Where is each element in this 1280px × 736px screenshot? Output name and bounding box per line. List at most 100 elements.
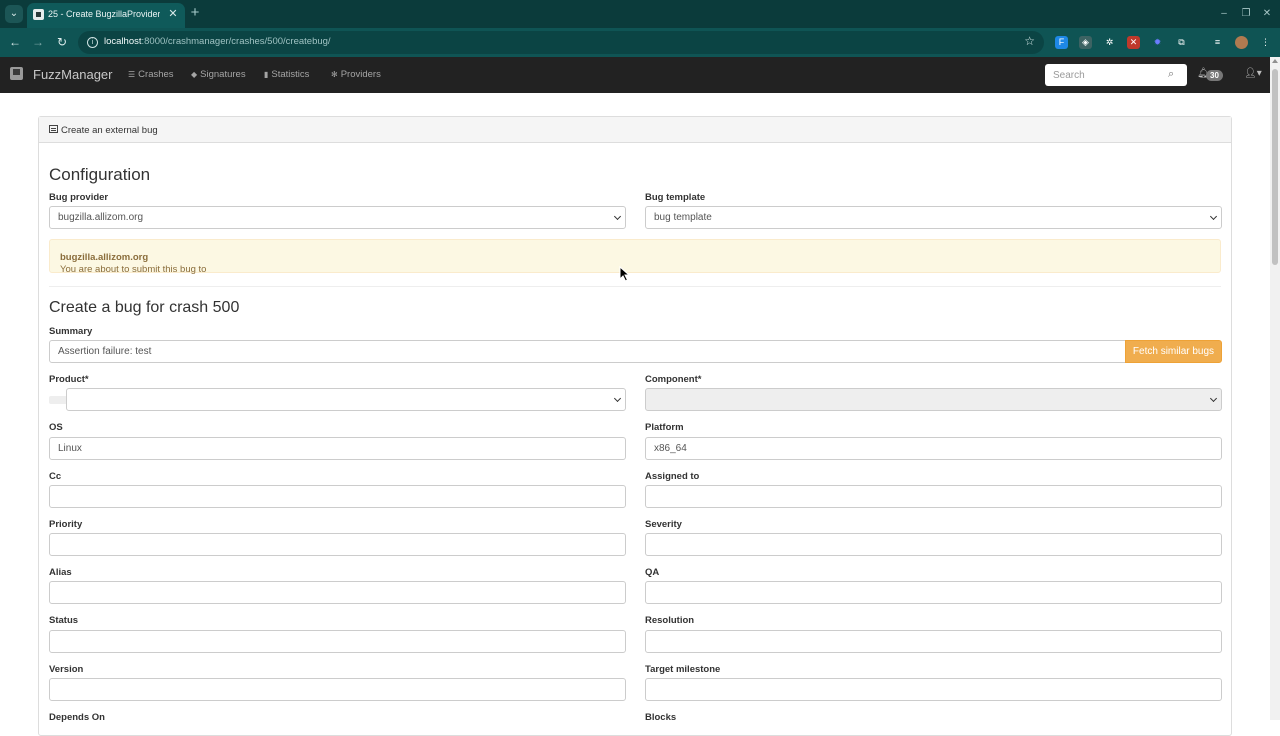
severity-input[interactable] (645, 533, 1222, 556)
tab-title: 25 - Create BugzillaProvider B (48, 9, 160, 19)
search-box: ⌕ (1045, 64, 1187, 86)
create-bug-heading: Create a bug for crash 500 (49, 299, 240, 316)
scrollbar-thumb[interactable] (1272, 69, 1278, 265)
alias-label: Alias (49, 567, 72, 578)
app-navbar: FuzzManager ☰ Crashes ◆ Signatures ▮ Statis… (0, 57, 1270, 93)
fetch-similar-bugs-button[interactable]: Fetch similar bugs (1125, 340, 1222, 363)
restore-icon[interactable]: ❐ (1238, 6, 1254, 22)
user-menu-icon[interactable]: 👤︎▾ (1244, 68, 1262, 79)
extensions-puzzle-icon[interactable]: ⧉ (1175, 36, 1188, 49)
qa-input[interactable] (645, 581, 1222, 604)
os-input[interactable]: Linux (49, 437, 626, 460)
extension-translate-icon[interactable]: F (1055, 36, 1068, 49)
reload-icon[interactable]: ↻ (54, 34, 70, 50)
chevron-down-icon (614, 213, 622, 221)
resolution-input[interactable] (645, 630, 1222, 653)
target-milestone-label: Target milestone (645, 664, 721, 675)
profile-avatar-icon[interactable] (1235, 36, 1248, 49)
nav-crashes-label: Crashes (138, 69, 174, 80)
version-input[interactable] (49, 678, 626, 701)
extension-block-icon[interactable]: ✕ (1127, 36, 1140, 49)
browser-tabstrip: ⌄ 25 - Create BugzillaProvider B ✕ + – ❐… (0, 0, 1280, 28)
os-label: OS (49, 422, 63, 433)
reading-list-icon[interactable]: ≡ (1211, 36, 1224, 49)
notification-count-badge[interactable]: 30 (1206, 70, 1223, 81)
product-addon (49, 396, 67, 404)
assigned-to-input[interactable] (645, 485, 1222, 508)
target-milestone-input[interactable] (645, 678, 1222, 701)
assigned-to-label: Assigned to (645, 471, 700, 482)
bug-template-value: bug template (654, 212, 712, 223)
nav-crashes[interactable]: ☰ Crashes (128, 69, 174, 80)
cc-label: Cc (49, 471, 62, 482)
priority-input[interactable] (49, 533, 626, 556)
url-host: localhost (104, 36, 142, 47)
component-select[interactable] (645, 388, 1222, 411)
create-bug-panel: Create an external bug Configuration Bug… (38, 116, 1232, 736)
platform-value: x86_64 (654, 443, 687, 454)
new-tab-plus-icon[interactable]: + (187, 5, 203, 21)
platform-input[interactable]: x86_64 (645, 437, 1222, 460)
nav-providers[interactable]: ✻ Providers (331, 69, 381, 80)
window-close-icon[interactable]: ✕ (1259, 6, 1275, 22)
depends-on-label: Depends On (49, 712, 105, 723)
extension-puzzle-color-icon[interactable]: ✹ (1151, 36, 1164, 49)
bug-template-select[interactable]: bug template (645, 206, 1222, 229)
gear-icon: ✻ (331, 70, 338, 79)
url-path: :8000/crashmanager/crashes/500/createbug… (141, 36, 331, 47)
bug-template-label: Bug template (645, 192, 706, 203)
bookmark-star-icon[interactable]: ☆ (1024, 34, 1035, 48)
brand-link[interactable]: FuzzManager (33, 67, 112, 82)
address-bar[interactable]: i localhost:8000/crashmanager/crashes/50… (78, 31, 1044, 54)
back-arrow-icon[interactable]: ← (7, 34, 23, 50)
alias-input[interactable] (49, 581, 626, 604)
search-input[interactable] (1045, 64, 1165, 86)
alert-text: You are about to submit this bug to bugz… (60, 252, 206, 275)
site-info-icon[interactable]: i (87, 37, 98, 48)
platform-label: Platform (645, 422, 684, 433)
summary-input[interactable]: Assertion failure: test (49, 340, 1126, 363)
extension-shield-icon[interactable]: ◈ (1079, 36, 1092, 49)
nav-statistics[interactable]: ▮ Statistics (264, 69, 309, 80)
browser-menu-icon[interactable]: ⋮ (1259, 36, 1272, 49)
submit-warning-alert: You are about to submit this bug to bugz… (49, 239, 1221, 275)
list-icon: ☰ (128, 70, 136, 79)
tab-search-chevron-icon[interactable]: ⌄ (5, 5, 23, 23)
status-label: Status (49, 615, 79, 626)
nav-signatures[interactable]: ◆ Signatures (191, 69, 246, 80)
url-text[interactable]: localhost:8000/crashmanager/crashes/500/… (104, 36, 331, 47)
minimize-icon[interactable]: – (1216, 6, 1232, 22)
os-value: Linux (58, 443, 82, 454)
nav-signatures-label: Signatures (200, 69, 246, 80)
summary-value: Assertion failure: test (58, 346, 152, 357)
mouse-cursor-icon (619, 266, 631, 282)
browser-tab-active[interactable]: 25 - Create BugzillaProvider B ✕ (27, 3, 185, 28)
nav-providers-label: Providers (340, 69, 381, 80)
scroll-up-arrow-icon[interactable] (1272, 59, 1278, 63)
fuzzmanager-logo-icon[interactable] (10, 67, 23, 80)
severity-label: Severity (645, 519, 682, 530)
panel-title: Create an external bug (61, 125, 158, 136)
tab-close-icon[interactable]: ✕ (166, 7, 180, 21)
extension-gear-icon[interactable]: ✲ (1103, 36, 1116, 49)
nav-statistics-label: Statistics (271, 69, 310, 80)
component-label: Component* (645, 374, 702, 385)
summary-label: Summary (49, 326, 93, 337)
cc-input[interactable] (49, 485, 626, 508)
bug-provider-select[interactable]: bugzilla.allizom.org (49, 206, 626, 229)
search-icon[interactable]: ⌕ (1168, 68, 1180, 80)
version-label: Version (49, 664, 84, 675)
tag-icon: ◆ (191, 70, 198, 79)
chevron-down-icon (1210, 213, 1218, 221)
page-scrollbar[interactable] (1270, 57, 1280, 720)
forward-arrow-icon[interactable]: → (30, 34, 46, 50)
status-input[interactable] (49, 630, 626, 653)
alert-host: bugzilla.allizom.org (60, 252, 149, 263)
product-select[interactable] (66, 388, 626, 411)
browser-toolbar: ← → ↻ i localhost:8000/crashmanager/cras… (0, 28, 1280, 57)
bug-provider-value: bugzilla.allizom.org (58, 212, 144, 223)
panel-heading: Create an external bug (39, 117, 1231, 143)
tab-favicon-icon (33, 9, 44, 20)
divider (49, 286, 1221, 287)
bar-chart-icon: ▮ (264, 70, 269, 79)
